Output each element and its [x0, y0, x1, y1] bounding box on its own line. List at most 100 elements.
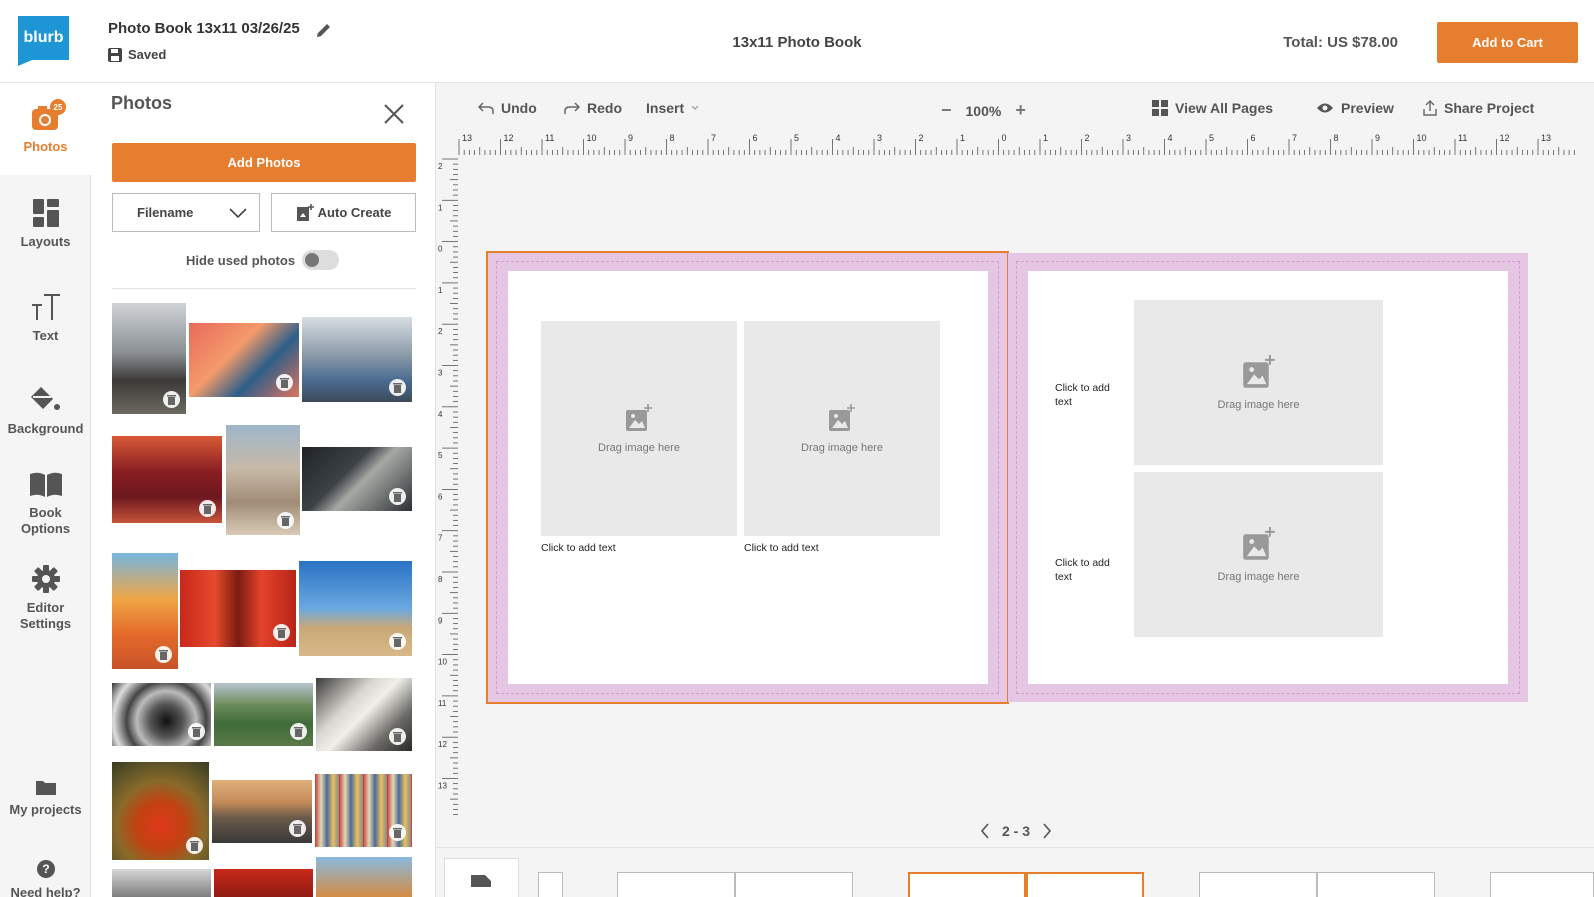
- photo-thumb[interactable]: [112, 553, 178, 669]
- spread-thumb[interactable]: [617, 872, 735, 897]
- photo-thumb[interactable]: [189, 323, 299, 397]
- grid-icon: [1152, 100, 1168, 116]
- photo-thumb[interactable]: [112, 683, 211, 746]
- image-slot[interactable]: Drag image here: [744, 321, 940, 536]
- spread-thumb[interactable]: [735, 872, 853, 897]
- text-caption[interactable]: Click to add text: [1055, 556, 1110, 584]
- rail-item-photos[interactable]: 25 Photos: [0, 83, 91, 175]
- page-3[interactable]: Click to add text Click to add text Drag i…: [1008, 253, 1528, 702]
- add-photos-button[interactable]: Add Photos: [112, 143, 416, 182]
- caption-line: text: [1055, 396, 1072, 408]
- redo-button[interactable]: Redo: [564, 100, 622, 116]
- zoom-in-icon[interactable]: +: [1015, 100, 1026, 121]
- trash-icon[interactable]: [389, 379, 406, 396]
- svg-text:?: ?: [42, 862, 49, 876]
- text-caption[interactable]: Click to add text: [1055, 381, 1110, 409]
- close-icon[interactable]: [383, 103, 405, 125]
- trash-icon[interactable]: [276, 374, 293, 391]
- rail-item-layouts[interactable]: Layouts: [0, 198, 91, 250]
- trash-icon[interactable]: [199, 500, 216, 517]
- ruler-label: 13: [462, 133, 472, 143]
- rail-item-book-options[interactable]: Book Options: [0, 471, 91, 537]
- trash-icon[interactable]: [163, 391, 180, 408]
- trash-icon[interactable]: [277, 512, 294, 529]
- rail-label-my-projects: My projects: [9, 802, 82, 817]
- ruler-label: 0: [438, 245, 443, 254]
- rail-item-editor-settings[interactable]: Editor Settings: [0, 564, 91, 632]
- spread-thumb[interactable]: [1490, 872, 1594, 897]
- trash-icon[interactable]: [155, 646, 172, 663]
- pencil-icon[interactable]: [315, 22, 332, 39]
- text-caption[interactable]: Click to add text: [744, 541, 819, 555]
- text-caption[interactable]: Click to add text: [541, 541, 616, 555]
- spread-thumb-active[interactable]: [908, 872, 1026, 897]
- photo-thumb[interactable]: [180, 570, 296, 647]
- photo-thumb[interactable]: [214, 683, 313, 746]
- logo-text: blurb: [23, 29, 64, 46]
- rail-label-text: Text: [32, 328, 59, 343]
- photo-thumb[interactable]: [212, 780, 312, 843]
- ruler-label: 2: [438, 162, 443, 171]
- trash-icon[interactable]: [273, 624, 290, 641]
- rail-item-my-projects[interactable]: My projects: [0, 778, 91, 818]
- redo-label: Redo: [587, 100, 622, 116]
- spread-thumb[interactable]: [1317, 872, 1435, 897]
- zoom-out-icon[interactable]: −: [941, 100, 952, 121]
- blurb-logo[interactable]: blurb: [18, 16, 69, 66]
- photo-thumb[interactable]: [302, 447, 412, 511]
- photo-thumb[interactable]: [299, 561, 412, 656]
- ruler-label: 11: [545, 133, 554, 143]
- spread-thumb[interactable]: [538, 872, 563, 897]
- photo-thumb[interactable]: [112, 436, 222, 523]
- hide-used-toggle[interactable]: [302, 250, 340, 270]
- photo-thumb[interactable]: [112, 869, 211, 897]
- sort-select[interactable]: Filename: [112, 193, 260, 232]
- preview-button[interactable]: Preview: [1316, 100, 1394, 116]
- view-all-pages-button[interactable]: View All Pages: [1152, 100, 1273, 116]
- drag-image-label: Drag image here: [598, 441, 680, 454]
- insert-menu[interactable]: Insert: [646, 100, 699, 116]
- page-2[interactable]: Drag image here Drag image here Click to…: [486, 251, 1009, 704]
- trash-icon[interactable]: [186, 837, 203, 854]
- spread-thumb[interactable]: [1199, 872, 1317, 897]
- spread-thumb-active[interactable]: [1026, 872, 1144, 897]
- ruler-label: 9: [628, 133, 633, 143]
- image-slot[interactable]: Drag image here: [541, 321, 737, 536]
- image-slot[interactable]: Drag image here: [1134, 472, 1383, 637]
- photo-thumb[interactable]: [302, 317, 412, 402]
- photo-thumb[interactable]: [214, 869, 313, 897]
- project-title[interactable]: Photo Book 13x11 03/26/25: [108, 20, 300, 37]
- trash-icon[interactable]: [389, 824, 406, 841]
- trash-icon[interactable]: [290, 723, 307, 740]
- add-to-cart-button[interactable]: Add to Cart: [1437, 22, 1578, 63]
- auto-create-button[interactable]: Auto Create: [271, 193, 416, 232]
- cover-thumb[interactable]: [444, 858, 519, 897]
- share-project-button[interactable]: Share Project: [1423, 100, 1534, 116]
- save-icon: [108, 47, 122, 62]
- drag-image-label: Drag image here: [801, 441, 883, 454]
- ruler-label: 2: [1085, 133, 1090, 143]
- trash-icon[interactable]: [389, 633, 406, 650]
- chevron-left-icon[interactable]: [980, 822, 990, 840]
- trash-icon[interactable]: [389, 488, 406, 505]
- drag-image-label: Drag image here: [1217, 570, 1300, 583]
- rail-item-help[interactable]: ? Need help?: [0, 859, 91, 897]
- photo-thumb[interactable]: [226, 425, 300, 535]
- trash-icon[interactable]: [389, 728, 406, 745]
- trash-icon[interactable]: [289, 820, 306, 837]
- photo-thumb[interactable]: [315, 774, 412, 847]
- redo-icon: [564, 102, 580, 114]
- rail-item-background[interactable]: Background: [0, 385, 91, 437]
- chevron-right-icon[interactable]: [1042, 822, 1052, 840]
- ruler-label: 4: [836, 133, 841, 143]
- undo-button[interactable]: Undo: [478, 100, 537, 116]
- photo-thumb[interactable]: [316, 678, 412, 751]
- trash-icon[interactable]: [188, 723, 205, 740]
- ruler-label: 7: [1292, 133, 1297, 143]
- photo-thumb[interactable]: [316, 857, 412, 897]
- photo-thumb[interactable]: [112, 762, 209, 860]
- rail-item-text[interactable]: Text: [0, 292, 91, 344]
- image-slot[interactable]: Drag image here: [1134, 300, 1383, 465]
- photo-thumb[interactable]: [112, 303, 186, 414]
- ruler-label: 5: [1209, 133, 1214, 143]
